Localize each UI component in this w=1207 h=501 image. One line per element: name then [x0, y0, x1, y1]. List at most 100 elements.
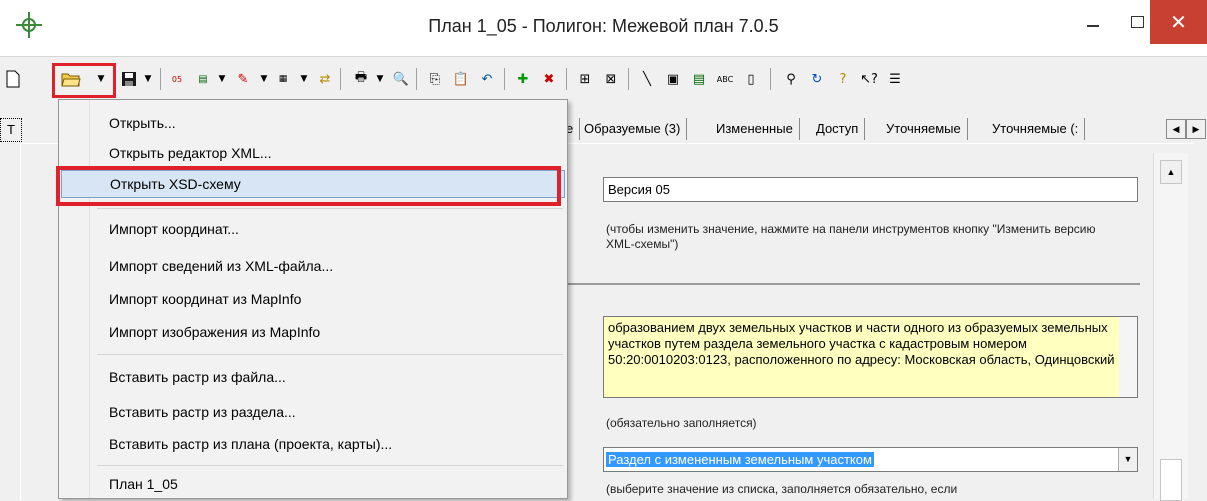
- menu-item-import-coords[interactable]: Импорт координат...: [61, 215, 565, 243]
- menu-item-import-xml[interactable]: Импорт сведений из XML-файла...: [61, 252, 565, 280]
- refresh-button[interactable]: ↻: [806, 67, 828, 91]
- open-menu: Открыть... Открыть редактор XML... Откры…: [58, 99, 568, 499]
- zip-icon: ▦: [278, 74, 288, 84]
- menu-item-insert-raster-section[interactable]: Вставить растр из раздела...: [61, 398, 565, 426]
- certificate-dropdown-button[interactable]: ▼: [258, 67, 270, 91]
- undo-button[interactable]: ↶: [476, 67, 498, 91]
- xml-import-button[interactable]: ▤: [192, 67, 214, 91]
- version-field[interactable]: Версия 05: [603, 177, 1138, 202]
- help-icon: ?: [839, 71, 847, 87]
- title-bar: План 1_05 - Полигон: Межевой план 7.0.5 …: [0, 0, 1207, 57]
- xml-import-icon: ▤: [198, 73, 208, 85]
- toolbar-separator: [340, 68, 341, 90]
- purpose-hint: (обязательно заполняется): [606, 416, 757, 430]
- menu-item-plan[interactable]: План 1_05: [61, 470, 565, 498]
- tab-access[interactable]: Доступ: [810, 118, 866, 140]
- paste-icon: 📋: [452, 71, 470, 87]
- page-icon: ▯: [747, 71, 755, 87]
- menu-item-insert-raster-file[interactable]: Вставить растр из файла...: [61, 363, 565, 391]
- panel-scrollbar[interactable]: ▲: [1153, 153, 1188, 501]
- print-dropdown-button[interactable]: ▼: [374, 67, 386, 91]
- version-hint: (чтобы изменить значение, нажмите на пан…: [606, 222, 1096, 251]
- edit-certificate-button[interactable]: ✎: [232, 67, 254, 91]
- tab-scroll-right-button[interactable]: ▶: [1186, 119, 1206, 139]
- menu-item-open-xml-editor[interactable]: Открыть редактор XML...: [61, 139, 565, 167]
- delete-points-icon: ✖: [543, 71, 555, 87]
- toolbar: ▼ ▼ 05 ▤ ▼ ✎ ▼ ▦ ▼ ⇄ 🖶 ▼ 🔍 ⎘ 📋 ↶ ✚ ✖ ⊞ ⊠…: [0, 58, 1207, 98]
- table-edit-icon: ⊠: [605, 71, 617, 87]
- help-button[interactable]: ?: [832, 67, 854, 91]
- tab-refined-2[interactable]: Уточняемые (:: [986, 118, 1086, 140]
- print-button[interactable]: 🖶: [350, 67, 372, 91]
- purpose-textarea[interactable]: образованием двух земельных участков и ч…: [603, 316, 1138, 398]
- menu-item-import-mapinfo-coords[interactable]: Импорт координат из MapInfo: [61, 285, 565, 313]
- paste-button[interactable]: 📋: [450, 67, 472, 91]
- xml-schema-icon: ▤: [692, 71, 706, 87]
- swap-icon: ⇄: [319, 71, 331, 87]
- xml-schema-button[interactable]: ▤: [688, 67, 710, 91]
- delete-points-button[interactable]: ✖: [538, 67, 560, 91]
- tab-changed[interactable]: Измененные: [710, 118, 800, 140]
- minimize-icon: [1087, 25, 1099, 27]
- scan-button[interactable]: ▣: [662, 67, 684, 91]
- page-button[interactable]: ▯: [740, 67, 762, 91]
- toolbar-separator: [504, 68, 505, 90]
- close-button[interactable]: ✕: [1150, 0, 1207, 44]
- toolbar-separator: [566, 68, 567, 90]
- close-icon: ✕: [1170, 11, 1187, 34]
- spellcheck-button[interactable]: ABC: [714, 67, 736, 91]
- menu-item-open[interactable]: Открыть...: [61, 109, 565, 137]
- chevron-down-icon[interactable]: ▼: [1118, 448, 1137, 471]
- menu-item-highlight: [56, 166, 561, 206]
- open-button-highlight: [52, 63, 116, 98]
- tab-scroll-left-button[interactable]: ◀: [1166, 119, 1186, 139]
- copy-icon: ⎘: [429, 71, 441, 87]
- line-tool-button[interactable]: ╲: [636, 67, 658, 91]
- menu-separator: [97, 465, 563, 466]
- maximize-icon: [1130, 16, 1144, 28]
- scroll-thumb[interactable]: [1160, 459, 1182, 501]
- purpose-text: образованием двух земельных участков и ч…: [608, 320, 1115, 367]
- zip-dropdown-button[interactable]: ▼: [298, 67, 310, 91]
- menu-separator: [97, 354, 563, 355]
- textarea-scrollbar[interactable]: [1119, 317, 1137, 397]
- table-button[interactable]: ⊞: [574, 67, 596, 91]
- scroll-up-button[interactable]: ▲: [1160, 160, 1182, 184]
- arrow-right-icon: ▶: [1192, 123, 1200, 134]
- menu-separator: [97, 208, 563, 209]
- zip-button[interactable]: ▦: [272, 67, 294, 91]
- dropdown-arrow-icon: ▼: [376, 74, 384, 84]
- new-document-icon: [6, 70, 20, 88]
- line-tool-icon: ╲: [643, 71, 651, 87]
- dropdown-arrow-icon: ▼: [260, 74, 268, 84]
- new-document-button[interactable]: [2, 67, 24, 91]
- context-help-icon: ↖?: [860, 71, 878, 87]
- tab-first[interactable]: Т: [0, 118, 22, 142]
- add-points-button[interactable]: ✚: [512, 67, 534, 91]
- copy-button[interactable]: ⎘: [424, 67, 446, 91]
- tab-refined[interactable]: Уточняемые: [880, 118, 968, 140]
- swap-button[interactable]: ⇄: [314, 67, 336, 91]
- search-button[interactable]: ⚲: [780, 67, 802, 91]
- menu-item-insert-raster-plan[interactable]: Вставить растр из плана (проекта, карты)…: [61, 430, 565, 458]
- options-button[interactable]: ☰: [884, 67, 906, 91]
- options-icon: ☰: [889, 71, 901, 87]
- table-edit-button[interactable]: ⊠: [600, 67, 622, 91]
- tab-formed[interactable]: Образуемые (3): [578, 118, 688, 140]
- minimize-button[interactable]: [1070, 0, 1116, 44]
- spellcheck-icon: ABC: [716, 74, 734, 84]
- menu-item-import-mapinfo-image[interactable]: Импорт изображения из MapInfo: [61, 318, 565, 346]
- toolbar-separator: [770, 68, 771, 90]
- toolbar-separator: [160, 68, 161, 90]
- scan-icon: ▣: [666, 71, 680, 87]
- undo-icon: ↶: [481, 71, 493, 87]
- print-preview-button[interactable]: 🔍: [390, 67, 412, 91]
- context-help-button[interactable]: ↖?: [858, 67, 880, 91]
- add-points-icon: ✚: [517, 71, 529, 87]
- section-select[interactable]: Раздел с измененным земельным участком ▼: [603, 447, 1138, 472]
- xml-dropdown-button[interactable]: ▼: [216, 67, 228, 91]
- save-dropdown-button[interactable]: ▼: [142, 67, 154, 91]
- xml-export-button[interactable]: 05: [166, 67, 188, 91]
- edit-certificate-icon: ✎: [237, 71, 249, 87]
- save-button[interactable]: [118, 67, 140, 91]
